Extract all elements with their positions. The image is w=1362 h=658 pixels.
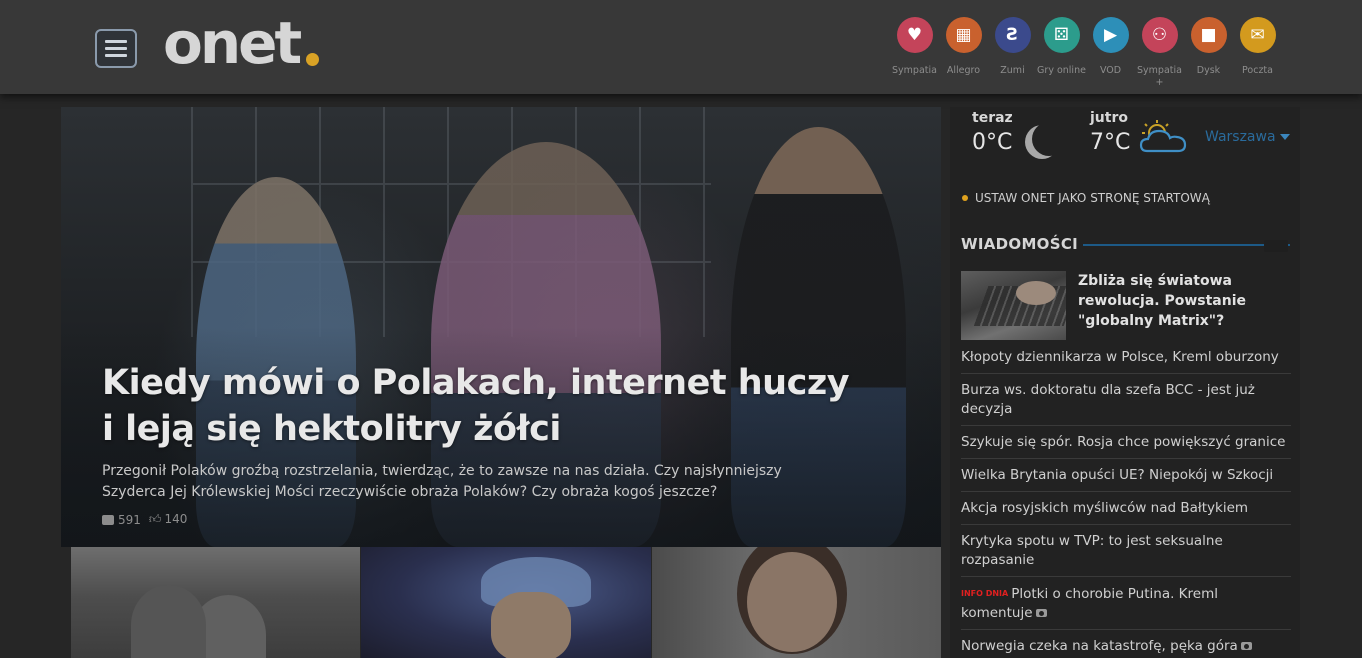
services-bar: ♥ Sympatia ▦ Allegro Ƨ Zumi ⚄ Gry online ▶ VOD ⚇ Sy… bbox=[890, 17, 1282, 89]
thumbs-up-icon: 👍︎ bbox=[148, 512, 162, 526]
news-item-text: Norwegia czeka na katastrofę, pęka góra bbox=[961, 638, 1238, 654]
news-list-item[interactable]: Krytyka spotu w TVP: to jest seksualne r… bbox=[961, 524, 1291, 576]
set-startpage-text: USTAW ONET JAKO STRONĘ STARTOWĄ bbox=[975, 191, 1210, 205]
menu-line-icon bbox=[105, 47, 127, 50]
couple-icon: ⚇ bbox=[1141, 17, 1178, 53]
article-thumbnail-1[interactable] bbox=[71, 547, 360, 658]
moon-icon bbox=[1032, 122, 1066, 156]
news-lead-image[interactable] bbox=[961, 271, 1066, 340]
service-label: Dysk bbox=[1196, 65, 1221, 76]
news-list-item[interactable]: Norwegia czeka na katastrofę, pęka góra bbox=[961, 629, 1291, 658]
news-list-item[interactable]: INFO DNIA Plotki o chorobie Putina. Kreml… bbox=[961, 576, 1291, 629]
news-item-text: Wielka Brytania opuści UE? Niepokój w Sz… bbox=[961, 467, 1274, 483]
comment-icon bbox=[102, 515, 114, 525]
service-dysk[interactable]: ■ Dysk bbox=[1184, 17, 1233, 89]
service-label: Poczta bbox=[1242, 65, 1273, 76]
mail-icon: ✉ bbox=[1239, 17, 1276, 53]
weather-tomorrow-temp: 7°C bbox=[1090, 130, 1131, 155]
weather-now-temp: 0°C bbox=[972, 130, 1013, 155]
article-thumbnail-2[interactable] bbox=[361, 547, 651, 658]
service-label: Allegro bbox=[946, 65, 981, 76]
service-allegro[interactable]: ▦ Allegro bbox=[939, 17, 988, 89]
camera-icon bbox=[1035, 609, 1047, 617]
play-icon: ▶ bbox=[1092, 17, 1129, 53]
news-list-item[interactable]: Wielka Brytania opuści UE? Niepokój w Sz… bbox=[961, 458, 1291, 491]
news-item-text: Burza ws. doktoratu dla szefa BCC - jest… bbox=[961, 382, 1255, 417]
weather-tomorrow: jutro 7°C bbox=[1090, 110, 1130, 155]
news-lead-title[interactable]: Zbliża się światowa rewolucja. Powstanie… bbox=[1078, 271, 1283, 331]
top-bar: onet ♥ Sympatia ▦ Allegro Ƨ Zumi ⚄ Gry online ▶ V… bbox=[0, 0, 1362, 94]
likes-count[interactable]: 👍︎ 140 bbox=[149, 512, 187, 527]
disk-icon: ■ bbox=[1190, 17, 1227, 53]
news-list-item[interactable]: Akcja rosyjskich myśliwców nad Bałtykiem bbox=[961, 491, 1291, 524]
news-section-title[interactable]: WIADOMOŚCI bbox=[961, 235, 1078, 253]
hero-title[interactable]: Kiedy mówi o Polakach, internet huczy i … bbox=[102, 360, 862, 452]
set-startpage-link[interactable]: USTAW ONET JAKO STRONĘ STARTOWĄ bbox=[962, 191, 1210, 205]
service-vod[interactable]: ▶ VOD bbox=[1086, 17, 1135, 89]
weather-tomorrow-label: jutro bbox=[1090, 110, 1128, 126]
service-poczta[interactable]: ✉ Poczta bbox=[1233, 17, 1282, 89]
heart-icon: ♥ bbox=[896, 17, 933, 53]
basket-icon: ▦ bbox=[945, 17, 982, 53]
service-label: Sympatia + bbox=[1137, 65, 1182, 88]
city-selector[interactable]: Warszawa bbox=[1205, 129, 1276, 145]
hamburger-menu-button[interactable] bbox=[95, 29, 137, 68]
news-list-item[interactable]: Szykuje się spór. Rosja chce powiększyć … bbox=[961, 425, 1291, 458]
service-label: Sympatia bbox=[892, 65, 937, 76]
zumi-icon: Ƨ bbox=[994, 17, 1031, 53]
likes-value: 140 bbox=[164, 512, 188, 526]
article-thumbnail-3[interactable] bbox=[652, 547, 941, 658]
logo-dot-icon bbox=[306, 53, 319, 66]
service-label: Gry online bbox=[1037, 65, 1086, 76]
service-label: Zumi bbox=[1000, 65, 1025, 76]
hero-meta: 591 👍︎ 140 bbox=[102, 512, 187, 527]
chevron-down-icon[interactable] bbox=[1280, 134, 1290, 140]
comments-value: 591 bbox=[118, 512, 141, 527]
menu-line-icon bbox=[105, 54, 127, 57]
section-tab bbox=[1264, 240, 1288, 252]
partly-cloudy-icon bbox=[1139, 120, 1187, 153]
weather-now-label: teraz bbox=[972, 110, 1013, 126]
dice-icon: ⚄ bbox=[1043, 17, 1080, 53]
info-tag: INFO DNIA bbox=[961, 589, 1009, 598]
bullet-icon bbox=[962, 194, 968, 201]
camera-icon bbox=[1240, 642, 1252, 650]
service-label: VOD bbox=[1099, 65, 1122, 76]
section-divider bbox=[1083, 244, 1290, 246]
service-zumi[interactable]: Ƨ Zumi bbox=[988, 17, 1037, 89]
menu-line-icon bbox=[105, 40, 127, 43]
news-list-item[interactable]: Kłopoty dziennikarza w Polsce, Kreml obu… bbox=[961, 341, 1291, 373]
onet-logo[interactable]: onet bbox=[163, 8, 302, 78]
service-sympatia[interactable]: ♥ Sympatia bbox=[890, 17, 939, 89]
news-item-text: Akcja rosyjskich myśliwców nad Bałtykiem bbox=[961, 500, 1249, 516]
hero-article[interactable]: Kiedy mówi o Polakach, internet huczy i … bbox=[61, 107, 941, 547]
hero-lead: Przegonił Polaków groźbą rozstrzelania, … bbox=[102, 463, 782, 500]
service-sympatia[interactable]: ⚇ Sympatia + bbox=[1135, 17, 1184, 89]
news-item-text: Szykuje się spór. Rosja chce powiększyć … bbox=[961, 434, 1286, 450]
comments-count[interactable]: 591 bbox=[102, 513, 141, 527]
service-gry-online[interactable]: ⚄ Gry online bbox=[1037, 17, 1086, 89]
news-list-item[interactable]: Burza ws. doktoratu dla szefa BCC - jest… bbox=[961, 373, 1291, 425]
news-item-text: Kłopoty dziennikarza w Polsce, Kreml obu… bbox=[961, 349, 1279, 365]
news-item-text: Krytyka spotu w TVP: to jest seksualne r… bbox=[961, 533, 1223, 568]
weather-now: teraz 0°C bbox=[972, 110, 1013, 155]
news-list: Kłopoty dziennikarza w Polsce, Kreml obu… bbox=[961, 341, 1291, 658]
